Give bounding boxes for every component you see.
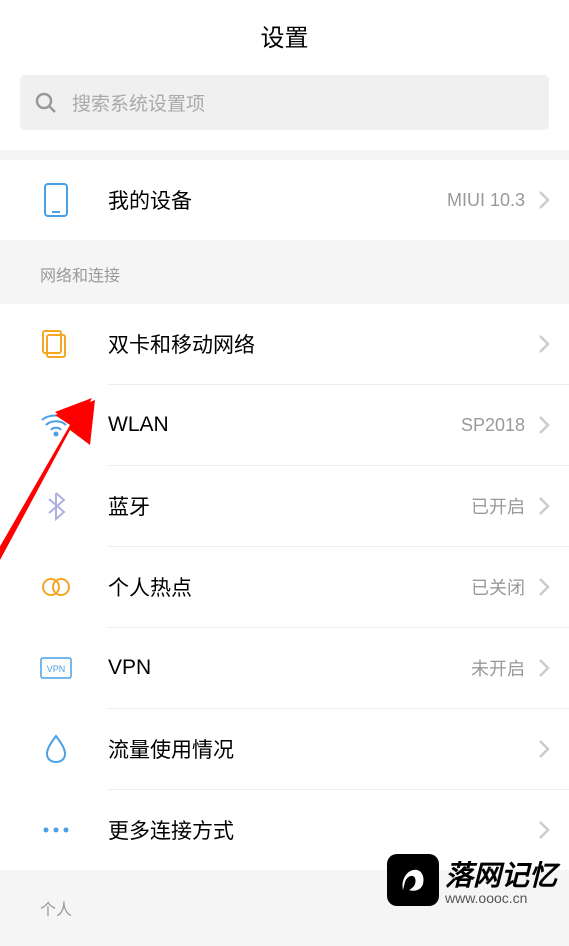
row-label: 双卡和移动网络 xyxy=(108,329,525,359)
search-placeholder: 搜索系统设置项 xyxy=(72,89,205,116)
bluetooth-icon xyxy=(40,490,72,522)
row-label: 流量使用情况 xyxy=(108,734,525,764)
row-value: 已开启 xyxy=(471,493,525,519)
chevron-right-icon xyxy=(537,495,551,517)
row-label: VPN xyxy=(108,656,471,680)
watermark: 落网记忆 www.oooc.cn xyxy=(387,854,557,906)
row-label: 我的设备 xyxy=(108,185,447,215)
chevron-right-icon xyxy=(537,414,551,436)
row-value: SP2018 xyxy=(461,415,525,436)
chevron-right-icon xyxy=(537,189,551,211)
network-section-header: 网络和连接 xyxy=(0,240,569,304)
vpn-icon: VPN xyxy=(40,652,72,684)
more-icon xyxy=(40,814,72,846)
chevron-right-icon xyxy=(537,738,551,760)
bluetooth-row[interactable]: 蓝牙 已开启 xyxy=(0,466,569,546)
chevron-right-icon xyxy=(537,333,551,355)
device-icon xyxy=(40,184,72,216)
row-label: 个人热点 xyxy=(108,572,471,602)
wifi-icon xyxy=(40,409,72,441)
data-usage-row[interactable]: 流量使用情况 xyxy=(0,709,569,789)
svg-text:VPN: VPN xyxy=(47,664,66,674)
row-label: 更多连接方式 xyxy=(108,815,525,845)
watermark-text: 落网记忆 www.oooc.cn xyxy=(445,854,557,906)
vpn-row[interactable]: VPN VPN 未开启 xyxy=(0,628,569,708)
watermark-logo-icon xyxy=(387,854,439,906)
chevron-right-icon xyxy=(537,576,551,598)
hotspot-icon xyxy=(40,571,72,603)
watermark-url: www.oooc.cn xyxy=(445,890,557,906)
watermark-title: 落网记忆 xyxy=(445,854,557,894)
water-drop-icon xyxy=(40,733,72,765)
chevron-right-icon xyxy=(537,657,551,679)
sim-row[interactable]: 双卡和移动网络 xyxy=(0,304,569,384)
device-section: 我的设备 MIUI 10.3 xyxy=(0,160,569,240)
sim-icon xyxy=(40,328,72,360)
page-title: 设置 xyxy=(0,18,569,53)
search-icon xyxy=(34,91,58,115)
chevron-right-icon xyxy=(537,819,551,841)
hotspot-row[interactable]: 个人热点 已关闭 xyxy=(0,547,569,627)
row-label: 蓝牙 xyxy=(108,491,471,521)
my-device-row[interactable]: 我的设备 MIUI 10.3 xyxy=(0,160,569,240)
row-label: WLAN xyxy=(108,413,461,437)
row-value: MIUI 10.3 xyxy=(447,190,525,211)
search-input[interactable]: 搜索系统设置项 xyxy=(20,75,549,130)
network-section: 双卡和移动网络 WLAN SP2018 蓝牙 已开启 xyxy=(0,304,569,870)
row-value: 未开启 xyxy=(471,655,525,681)
wlan-row[interactable]: WLAN SP2018 xyxy=(0,385,569,465)
search-container: 搜索系统设置项 xyxy=(0,65,569,150)
header: 设置 xyxy=(0,0,569,65)
row-value: 已关闭 xyxy=(471,574,525,600)
